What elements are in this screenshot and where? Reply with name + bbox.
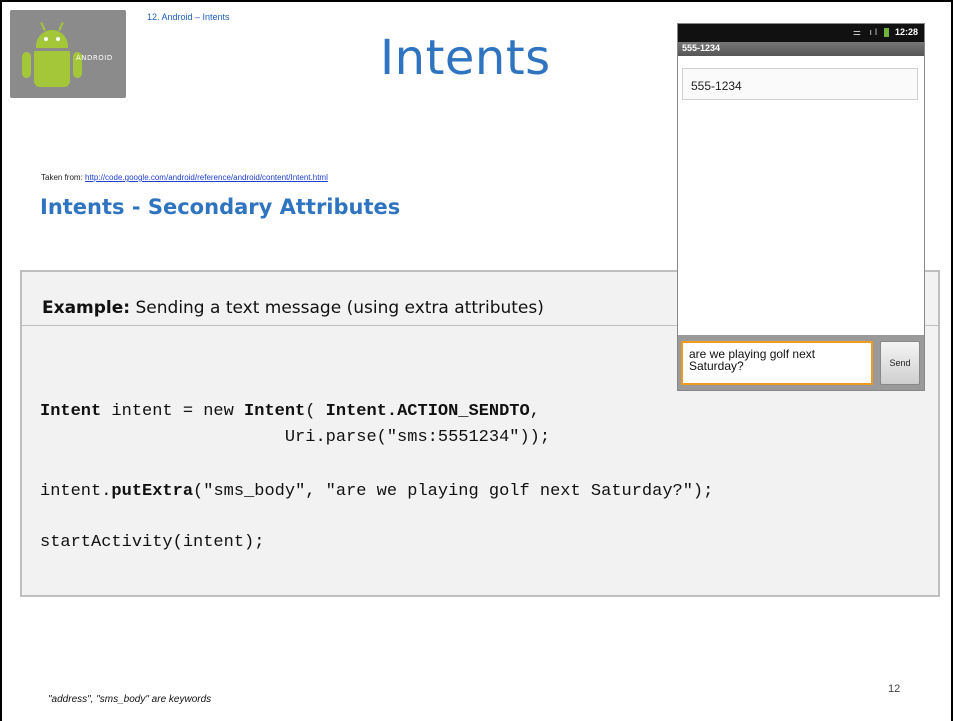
code-keyword: Intent — [40, 402, 102, 421]
code-line-4: startActivity(intent); — [40, 533, 265, 552]
logo-robot-body — [34, 51, 70, 87]
android-logo: ANDROID — [10, 10, 126, 98]
recipient-field[interactable]: 555-1234 — [682, 68, 918, 100]
code-keyword: putExtra — [111, 482, 194, 501]
compose-bar: are we playing golf next Saturday? Send — [678, 335, 924, 390]
section-heading: Intents - Secondary Attributes — [40, 195, 401, 219]
recipient-value: 555-1234 — [691, 79, 742, 93]
slide-border-top — [0, 0, 953, 2]
logo-wordmark: ANDROID — [76, 54, 113, 62]
source-prefix: Taken from: — [41, 173, 83, 182]
code-text: ("sms_body", "are we playing golf next S… — [193, 482, 714, 501]
page-number: 12 — [888, 683, 901, 695]
phone-window-title: 555-1234 — [682, 43, 721, 53]
battery-icon — [884, 28, 889, 37]
signal-icon: ⚌ ıl — [852, 27, 880, 37]
status-time: 12:28 — [894, 27, 918, 37]
source-citation: Taken from: http://code.google.com/andro… — [41, 173, 328, 182]
code-keyword: Intent — [244, 402, 306, 421]
code-text: intent = new — [101, 402, 245, 421]
logo-robot-arm-left — [22, 52, 31, 78]
logo-antenna-left — [40, 21, 46, 32]
slide-title: Intents — [380, 30, 551, 86]
code-line-1: Intent intent = new Intent( Intent.ACTIO… — [40, 402, 540, 421]
logo-robot-eye-right — [56, 37, 60, 41]
logo-antenna-right — [58, 21, 64, 32]
code-text: intent. — [40, 482, 112, 501]
slide-border-left — [0, 0, 2, 721]
example-label-bold: Example: — [42, 298, 131, 318]
footer-note: "address", "sms_body" are keywords — [48, 694, 212, 705]
phone-screenshot: ⚌ ıl 12:28 555-1234 555-1234 are we play… — [677, 23, 925, 391]
code-keyword: Intent.ACTION_SENDTO — [325, 402, 530, 421]
logo-robot-head — [36, 30, 68, 48]
code-line-2: Uri.parse("sms:5551234")); — [40, 428, 551, 447]
example-label-text: Sending a text message (using extra attr… — [130, 298, 544, 318]
code-line-3: intent.putExtra("sms_body", "are we play… — [40, 482, 713, 501]
slide: ANDROID 12. Android – Intents Intents Ta… — [0, 0, 953, 721]
phone-title-bar: 555-1234 — [678, 42, 924, 56]
example-label: Example: Sending a text message (using e… — [42, 298, 544, 318]
message-value: are we playing golf next Saturday? — [689, 347, 816, 373]
logo-robot-eye-left — [44, 37, 48, 41]
send-button[interactable]: Send — [880, 341, 920, 385]
code-text: ( — [305, 402, 326, 421]
message-input[interactable]: are we playing golf next Saturday? — [681, 341, 873, 385]
breadcrumb: 12. Android – Intents — [147, 12, 230, 22]
phone-status-bar: ⚌ ıl 12:28 — [678, 24, 924, 42]
source-link[interactable]: http://code.google.com/android/reference… — [85, 173, 328, 182]
code-text: , — [529, 402, 540, 421]
